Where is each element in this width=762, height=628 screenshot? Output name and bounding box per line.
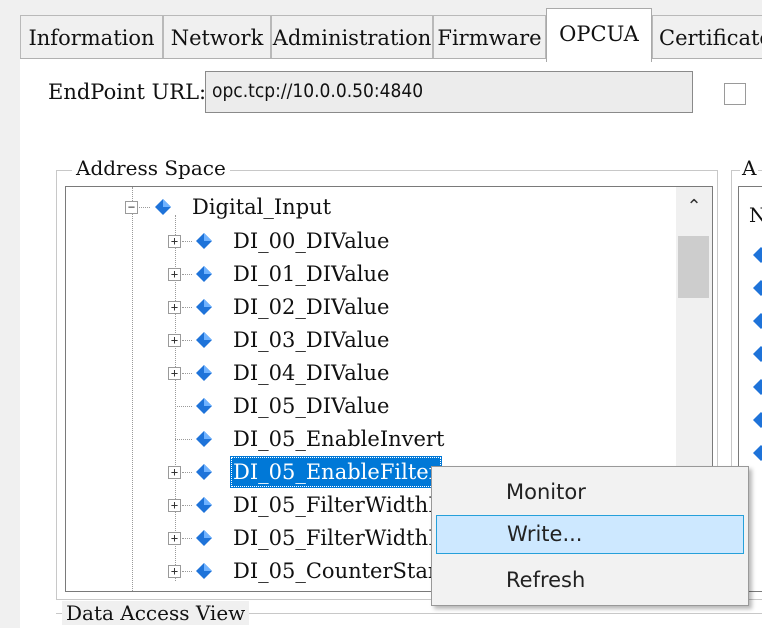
tree-node-label: DI_05_EnableInvert <box>233 427 445 451</box>
blue-diamond-icon <box>196 365 212 381</box>
expand-icon[interactable]: + <box>168 466 181 479</box>
tree-node-label: DI_05_EnableFilter <box>230 456 442 488</box>
blue-diamond-icon <box>196 398 212 414</box>
blue-diamond-icon <box>196 530 212 546</box>
tree-node-label: DI_05_DIValue <box>233 394 390 418</box>
tab-opcua[interactable]: OPCUA <box>546 8 652 62</box>
blue-diamond-icon <box>196 332 212 348</box>
chevron-up-icon: ⌃ <box>686 196 702 217</box>
tree-node-label: DI_03_DIValue <box>233 328 390 352</box>
blue-diamond-icon <box>196 563 212 579</box>
blue-diamond-icon <box>196 464 212 480</box>
tree-node-label: DI_05_FilterWidthL <box>233 493 443 517</box>
tab-network[interactable]: Network <box>163 15 271 59</box>
expand-icon[interactable]: + <box>168 499 181 512</box>
tree-node-label: DI_00_DIValue <box>233 229 390 253</box>
collapse-icon[interactable]: − <box>125 201 138 214</box>
blue-diamond-icon <box>196 233 212 249</box>
tree-node-label: DI_02_DIValue <box>233 295 390 319</box>
address-space-title: Address Space <box>72 156 230 180</box>
right-group-title: A <box>740 156 759 180</box>
expand-icon[interactable]: + <box>168 532 181 545</box>
tab-bar: Information Network Administration Firmw… <box>0 0 762 62</box>
tab-information[interactable]: Information <box>20 15 163 59</box>
expand-icon[interactable]: + <box>168 268 181 281</box>
scroll-thumb[interactable] <box>678 236 709 298</box>
expand-icon[interactable]: + <box>168 565 181 578</box>
tree-node-label: DI_05_FilterWidthH <box>233 526 447 550</box>
expand-icon[interactable]: + <box>168 301 181 314</box>
menu-item-write[interactable]: Write... <box>436 515 744 554</box>
blue-diamond-icon <box>753 247 762 461</box>
tab-certificate[interactable]: Certificate <box>652 15 762 59</box>
tree-node-label: DI_01_DIValue <box>233 262 390 286</box>
tree-node-label: DI_04_DIValue <box>233 361 390 385</box>
data-access-view-title: Data Access View <box>62 601 250 625</box>
blue-diamond-icon <box>196 497 212 513</box>
tab-firmware[interactable]: Firmware <box>433 15 546 59</box>
blue-diamond-icon <box>196 266 212 282</box>
expand-icon[interactable]: + <box>168 235 181 248</box>
blue-diamond-icon <box>196 431 212 447</box>
menu-item-monitor[interactable]: Monitor <box>436 473 744 512</box>
expand-icon[interactable]: + <box>168 367 181 380</box>
menu-item-refresh[interactable]: Refresh <box>436 561 744 600</box>
endpoint-url-label: EndPoint URL: <box>48 80 207 104</box>
scroll-up-button[interactable]: ⌃ <box>676 187 712 227</box>
blue-diamond-icon <box>196 299 212 315</box>
blue-diamond-icon <box>155 199 171 215</box>
right-list-header: N <box>749 203 762 227</box>
tree-node-label: DI_05_CounterStart <box>233 559 447 583</box>
endpoint-url-field[interactable]: opc.tcp://10.0.0.50:4840 <box>205 71 693 113</box>
tab-administration[interactable]: Administration <box>271 15 433 59</box>
expand-icon[interactable]: + <box>168 334 181 347</box>
context-menu: Monitor Write... Refresh <box>431 466 749 606</box>
option-checkbox[interactable] <box>724 83 746 105</box>
tree-node-label: Digital_Input <box>192 195 332 219</box>
